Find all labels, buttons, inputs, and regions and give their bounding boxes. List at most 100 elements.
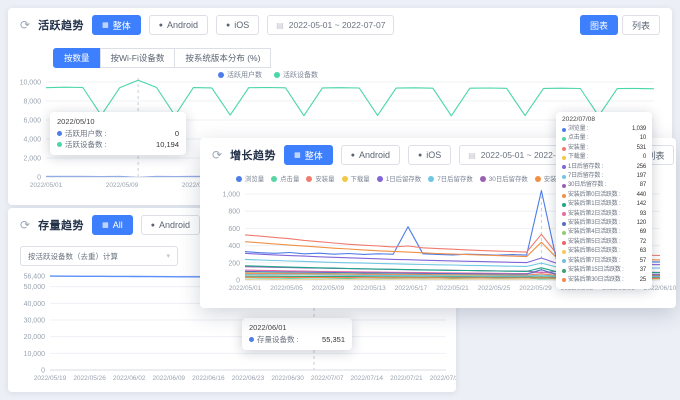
filter-android-label: Android <box>167 20 198 30</box>
svg-text:4,000: 4,000 <box>23 137 41 144</box>
series-color-dot <box>271 176 277 182</box>
series-value: 10,194 <box>148 139 179 150</box>
date-range-picker[interactable]: ▤ 2022-05-01 ~ 2022-07-07 <box>267 15 394 35</box>
svg-text:30,000: 30,000 <box>24 318 46 325</box>
series-label: 1日后留存数 : <box>568 163 603 172</box>
panel-title: 存量趋势 <box>38 217 84 233</box>
series-color-dot <box>562 212 566 216</box>
series-value: 69 <box>636 228 646 237</box>
growth-chart-tooltip: 2022/07/08 浏览量 :1,039点击量 :10安装量 :531下载量 … <box>556 112 652 289</box>
date-range-value: 2022-05-01 ~ 2022-07-07 <box>289 20 386 30</box>
series-label: 点击量 <box>280 174 299 183</box>
apple-icon: ● <box>418 152 422 159</box>
series-color-dot <box>562 269 566 273</box>
tooltip-row: 安装后第2日活跃数 :93 <box>562 210 646 219</box>
legend-item[interactable]: 下载量 <box>342 174 370 183</box>
tab-by-wifi-devices[interactable]: 按Wi-Fi设备数 <box>100 48 176 68</box>
filter-all-button[interactable]: ▦整体 <box>92 15 141 35</box>
series-color-dot <box>480 176 486 182</box>
tooltip-row: 1日后留存数 :256 <box>562 163 646 172</box>
series-label: 1日后留存数 <box>386 174 422 183</box>
tooltip-row: 点击量 :10 <box>562 134 646 143</box>
tooltip-row: 活跃设备数 :10,194 <box>57 139 179 150</box>
svg-text:0: 0 <box>37 175 41 182</box>
series-color-dot <box>428 176 434 182</box>
svg-text:6,000: 6,000 <box>23 118 41 125</box>
legend-item[interactable]: 点击量 <box>271 174 299 183</box>
legend-item[interactable]: 7日后留存数 <box>428 174 473 183</box>
svg-text:0: 0 <box>41 368 45 375</box>
series-label: 安装后第15日活跃数 : <box>568 266 624 275</box>
panel-title: 增长趋势 <box>230 147 276 163</box>
tooltip-row: 安装后第1日活跃数 :142 <box>562 200 646 209</box>
filter-ios-button[interactable]: ●iOS <box>216 15 259 35</box>
active-panel-header: ⟳ 活跃趋势 ▦整体 ●Android ●iOS ▤2022-05-01 ~ 2… <box>8 8 672 42</box>
android-icon: ● <box>151 222 155 229</box>
legend-item[interactable]: 浏览量 <box>236 174 264 183</box>
series-value: 87 <box>636 181 646 190</box>
svg-text:2022/05/25: 2022/05/25 <box>478 285 511 292</box>
series-color-dot <box>57 131 62 136</box>
series-color-dot <box>562 250 566 254</box>
series-value: 57 <box>636 257 646 266</box>
series-color-dot <box>306 176 312 182</box>
series-color-dot <box>562 147 566 151</box>
series-color-dot <box>562 137 566 141</box>
tab-by-count[interactable]: 按数量 <box>53 48 101 68</box>
series-color-dot <box>562 175 566 179</box>
series-color-dot <box>342 176 348 182</box>
legend-item[interactable]: 30日后留存数 <box>480 174 528 183</box>
series-color-dot <box>562 128 566 132</box>
filter-android-button[interactable]: ●Android <box>141 215 200 235</box>
view-chart-button[interactable]: 图表 <box>580 15 618 35</box>
series-value: 63 <box>636 247 646 256</box>
metric-select[interactable]: 按活跃设备数（去重）计算 ▾ <box>20 246 178 266</box>
refresh-icon[interactable]: ⟳ <box>20 219 30 231</box>
tab-by-os-distribution[interactable]: 按系统版本分布 (%) <box>174 48 271 68</box>
svg-text:2022/05/21: 2022/05/21 <box>436 285 469 292</box>
series-label: 安装后第1日活跃数 : <box>568 200 620 209</box>
tooltip-rows: 活跃用户数 :0活跃设备数 :10,194 <box>57 128 179 150</box>
svg-text:2022/05/29: 2022/05/29 <box>519 285 552 292</box>
tooltip-row: 7日后留存数 :197 <box>562 172 646 181</box>
legend-item[interactable]: 1日后留存数 <box>377 174 422 183</box>
svg-text:600: 600 <box>228 226 240 233</box>
series-label: 7日后留存数 : <box>568 172 603 181</box>
filter-all-button[interactable]: ▦整体 <box>284 145 333 165</box>
chevron-down-icon: ▾ <box>158 252 170 260</box>
refresh-icon[interactable]: ⟳ <box>212 149 222 161</box>
svg-text:1,000: 1,000 <box>222 192 240 199</box>
view-list-button[interactable]: 列表 <box>622 15 660 35</box>
tooltip-rows: 浏览量 :1,039点击量 :10安装量 :531下载量 :01日后留存数 :2… <box>562 125 646 285</box>
metric-select-value: 按活跃设备数（去重）计算 <box>28 251 118 262</box>
svg-text:2,000: 2,000 <box>23 156 41 163</box>
tooltip-row: 安装后第30日活跃数 :25 <box>562 276 646 285</box>
series-value: 37 <box>636 266 646 275</box>
series-label: 安装后第6日活跃数 : <box>568 247 620 256</box>
series-label: 安装量 <box>315 174 334 183</box>
series-label: 浏览量 <box>245 174 264 183</box>
svg-text:2022/05/09: 2022/05/09 <box>312 285 345 292</box>
series-value: 0 <box>639 153 646 162</box>
filter-android-button[interactable]: ●Android <box>149 15 208 35</box>
filter-all-button[interactable]: ▦All <box>92 215 133 235</box>
refresh-icon[interactable]: ⟳ <box>20 19 30 31</box>
filter-ios-label: iOS <box>426 150 441 160</box>
series-label: 活跃用户数 : <box>65 128 107 139</box>
series-label: 30日后留存数 <box>489 174 528 183</box>
tooltip-row: 安装后第3日活跃数 :120 <box>562 219 646 228</box>
svg-text:10,000: 10,000 <box>24 351 46 358</box>
filter-ios-button[interactable]: ● iOS <box>408 145 451 165</box>
calendar-icon: ▤ <box>276 21 284 30</box>
series-label: 点击量 : <box>568 134 588 143</box>
series-value: 440 <box>633 191 646 200</box>
legend-item[interactable]: 安装量 <box>306 174 334 183</box>
series-color-dot <box>562 184 566 188</box>
android-icon: ● <box>351 152 355 159</box>
tooltip-row: 安装后第0日活跃数 :440 <box>562 191 646 200</box>
tooltip-row: 安装后第15日活跃数 : 37 <box>562 266 646 275</box>
svg-text:2022/07/26: 2022/07/26 <box>430 375 456 382</box>
svg-text:2022/05/09: 2022/05/09 <box>106 182 139 189</box>
filter-android-button[interactable]: ●Android <box>341 145 400 165</box>
svg-text:50,000: 50,000 <box>24 284 46 291</box>
